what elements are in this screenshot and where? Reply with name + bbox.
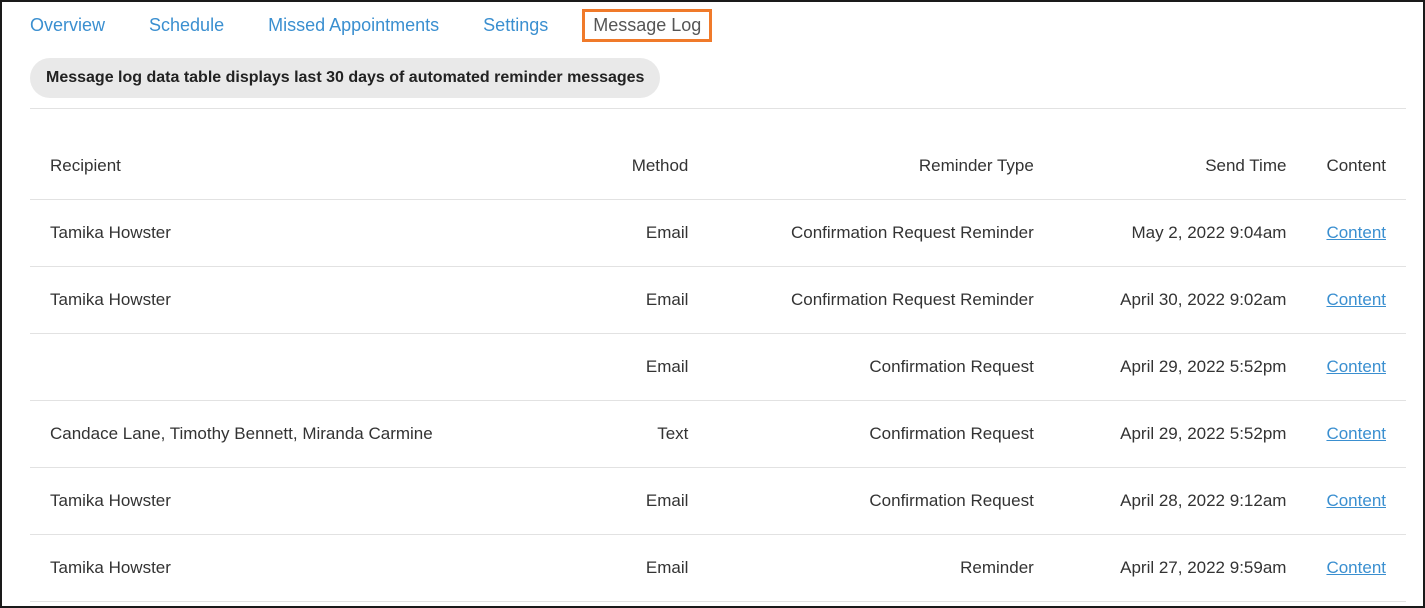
recipient-cell: Tamika Howster <box>30 534 535 602</box>
info-banner-text: Message log data table displays last 30 … <box>46 69 645 86</box>
column-header-send-time[interactable]: Send Time <box>1054 132 1307 200</box>
reminder-type-cell: Confirmation Request <box>708 400 1054 468</box>
reminder-type-cell: Confirmation Request <box>708 333 1054 401</box>
method-cell: Email <box>534 534 709 602</box>
content-link[interactable]: Content <box>1326 290 1386 309</box>
table-row: Tamika Howster Email Confirmation Reques… <box>30 199 1406 267</box>
content-link[interactable]: Content <box>1326 357 1386 376</box>
reminder-type-cell: Confirmation Request <box>708 467 1054 535</box>
send-time-cell: April 29, 2022 5:52pm <box>1053 400 1307 468</box>
method-cell: Email <box>534 199 709 267</box>
table-row: Email Confirmation Request April 29, 202… <box>30 333 1406 401</box>
recipient-cell: Tamika Howster <box>30 199 535 267</box>
send-time-cell: April 30, 2022 9:02am <box>1053 266 1307 334</box>
column-header-recipient[interactable]: Recipient <box>30 132 534 200</box>
send-time-cell: April 27, 2022 9:59am <box>1053 534 1307 602</box>
table-header-row: Recipient Method Reminder Type Send Time… <box>30 132 1406 200</box>
method-cell: Email <box>534 333 709 401</box>
tab-overview[interactable]: Overview <box>30 11 105 40</box>
reminder-type-cell: Confirmation Request Reminder <box>708 199 1054 267</box>
table-row: Tamika Howster Email Confirmation Reques… <box>30 266 1406 334</box>
content-cell: Content <box>1306 199 1406 267</box>
method-cell: Email <box>534 467 709 535</box>
tab-settings[interactable]: Settings <box>483 11 548 40</box>
tab-bar: Overview Schedule Missed Appointments Se… <box>30 8 756 42</box>
content-link[interactable]: Content <box>1326 223 1386 242</box>
table-row: Tamika Howster Email Reminder April 27, … <box>30 534 1406 602</box>
divider <box>30 108 1406 109</box>
method-cell: Text <box>534 400 709 468</box>
recipient-cell: Candace Lane, Timothy Bennett, Miranda C… <box>30 400 535 468</box>
column-header-method[interactable]: Method <box>534 132 708 200</box>
send-time-cell: April 28, 2022 9:12am <box>1053 467 1307 535</box>
content-cell: Content <box>1306 534 1406 602</box>
recipient-cell <box>30 333 535 401</box>
reminder-type-cell: Confirmation Request Reminder <box>708 266 1054 334</box>
message-log-table: Recipient Method Reminder Type Send Time… <box>30 132 1406 602</box>
content-cell: Content <box>1306 400 1406 468</box>
recipient-cell: Tamika Howster <box>30 266 535 334</box>
info-banner: Message log data table displays last 30 … <box>30 58 661 98</box>
content-cell: Content <box>1306 467 1406 535</box>
column-header-reminder-type[interactable]: Reminder Type <box>708 132 1053 200</box>
tab-missed-appointments[interactable]: Missed Appointments <box>268 11 439 40</box>
content-cell: Content <box>1306 266 1406 334</box>
recipient-cell: Tamika Howster <box>30 467 535 535</box>
send-time-cell: May 2, 2022 9:04am <box>1053 199 1307 267</box>
table-row: Candace Lane, Timothy Bennett, Miranda C… <box>30 400 1406 468</box>
method-cell: Email <box>534 266 709 334</box>
table-row: Tamika Howster Email Confirmation Reques… <box>30 467 1406 535</box>
content-link[interactable]: Content <box>1326 558 1386 577</box>
content-link[interactable]: Content <box>1326 424 1386 443</box>
content-link[interactable]: Content <box>1326 491 1386 510</box>
column-header-content: Content <box>1326 155 1386 175</box>
reminder-type-cell: Reminder <box>708 534 1054 602</box>
tab-message-log[interactable]: Message Log <box>582 8 713 42</box>
message-log-panel: Overview Schedule Missed Appointments Se… <box>0 0 1425 608</box>
tab-schedule[interactable]: Schedule <box>149 11 224 40</box>
content-cell: Content <box>1306 333 1406 401</box>
send-time-cell: April 29, 2022 5:52pm <box>1053 333 1307 401</box>
